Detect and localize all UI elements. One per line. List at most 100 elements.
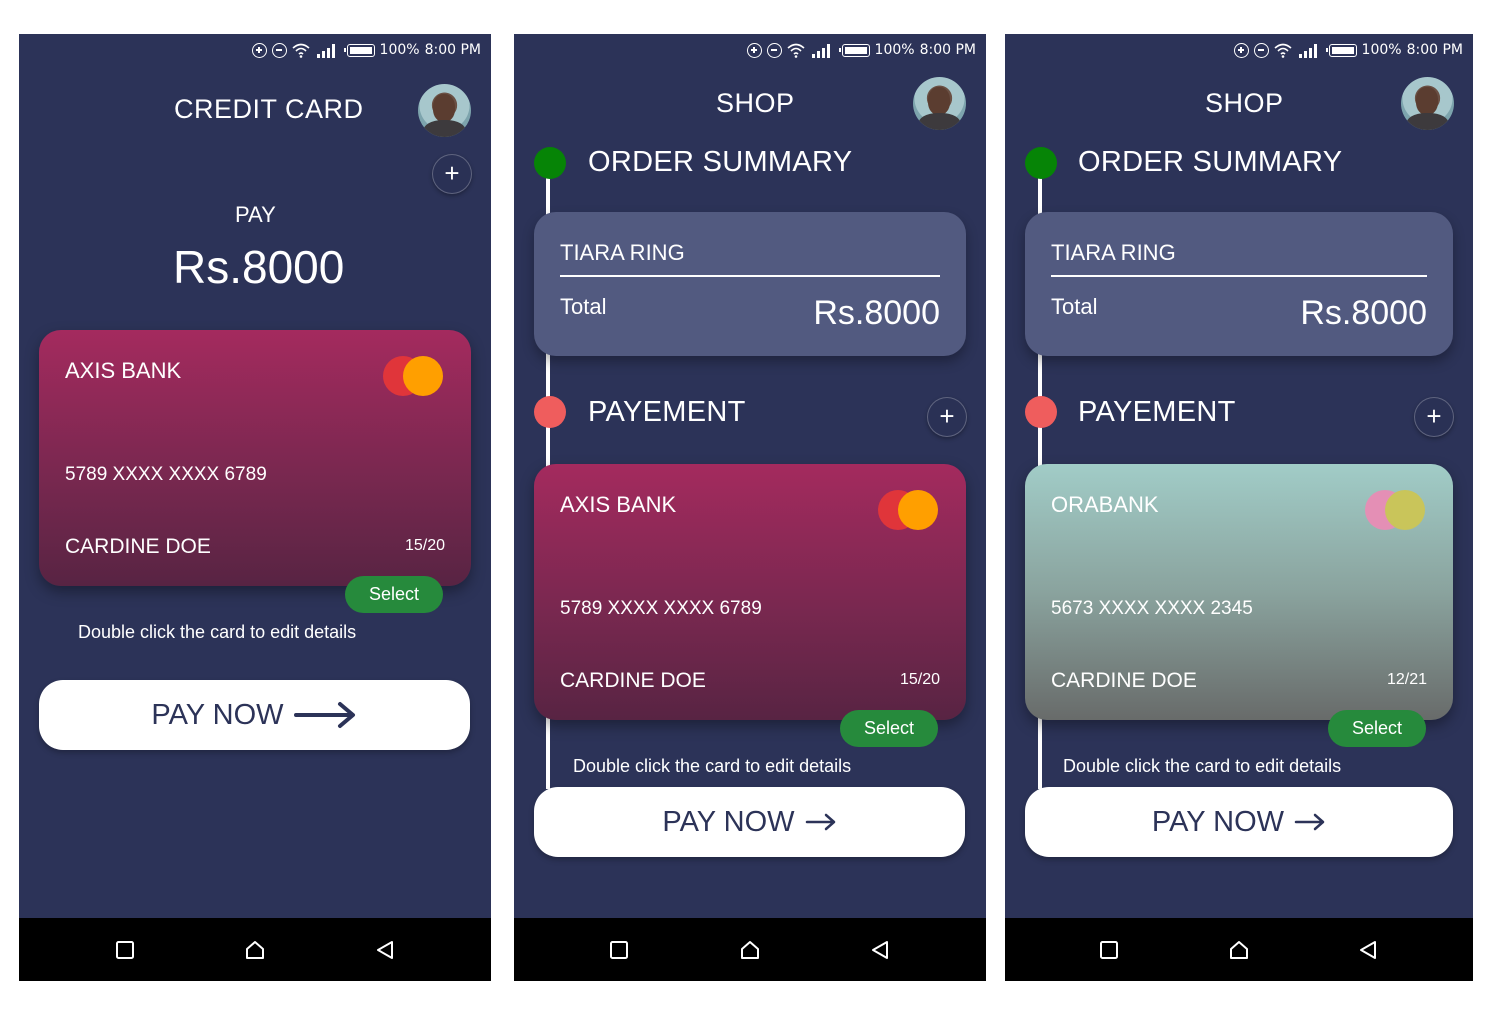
wifi-icon xyxy=(1274,43,1292,58)
status-bar: 100% 8:00 PM xyxy=(746,40,976,60)
plus-icon: + xyxy=(444,158,460,188)
arrow-right-icon xyxy=(293,702,355,728)
plus-icon: + xyxy=(939,401,955,431)
clock: 8:00 PM xyxy=(1406,42,1463,58)
pay-now-button[interactable]: PAY NOW xyxy=(1025,787,1453,857)
card-number: 5789 XXXX XXXX 6789 xyxy=(65,464,267,485)
mastercard-icon xyxy=(1365,490,1427,530)
card-expiry: 15/20 xyxy=(899,671,940,688)
order-summary-card: TIARA RING Total Rs.8000 xyxy=(534,212,966,356)
recent-apps-icon[interactable] xyxy=(609,940,629,960)
add-circle-icon xyxy=(746,42,762,58)
item-name: TIARA RING xyxy=(1051,240,1176,265)
avatar[interactable] xyxy=(418,84,471,137)
battery-level: 100% xyxy=(874,42,915,58)
payment-heading: PAYEMENT xyxy=(588,396,746,428)
battery-level: 100% xyxy=(379,42,420,58)
card-number: 5789 XXXX XXXX 6789 xyxy=(560,598,762,619)
card-holder: CARDINE DOE xyxy=(65,535,211,558)
pay-now-label: PAY NOW xyxy=(662,805,795,838)
total-value: Rs.8000 xyxy=(813,294,940,332)
system-nav-bar xyxy=(514,918,986,981)
pay-now-button[interactable]: PAY NOW xyxy=(39,680,470,750)
status-bar: 100% 8:00 PM xyxy=(1233,40,1463,60)
card-holder: CARDINE DOE xyxy=(560,669,706,692)
dnd-icon xyxy=(271,42,287,58)
credit-card[interactable]: AXIS BANK 5789 XXXX XXXX 6789 CARDINE DO… xyxy=(39,330,471,586)
shop-screen-orabank: 100% 8:00 PM SHOP ORDER SUMMARY TIARA RI… xyxy=(1005,34,1473,981)
recent-apps-icon[interactable] xyxy=(1099,940,1119,960)
edit-hint: Double click the card to edit details xyxy=(573,756,852,776)
select-button[interactable]: Select xyxy=(345,576,443,613)
add-card-button[interactable]: + xyxy=(432,154,472,194)
card-bank-name: AXIS BANK xyxy=(65,358,182,383)
avatar[interactable] xyxy=(1401,77,1454,130)
select-button[interactable]: Select xyxy=(840,710,938,747)
back-icon[interactable] xyxy=(1358,940,1378,960)
select-button[interactable]: Select xyxy=(1328,710,1426,747)
credit-card[interactable]: AXIS BANK 5789 XXXX XXXX 6789 CARDINE DO… xyxy=(534,464,966,720)
item-name: TIARA RING xyxy=(560,240,685,265)
status-bar: 100% 8:00 PM xyxy=(251,40,481,60)
pay-now-button[interactable]: PAY NOW xyxy=(534,787,965,857)
page-title: SHOP xyxy=(1205,88,1284,118)
recent-apps-icon[interactable] xyxy=(115,940,135,960)
card-expiry: 15/20 xyxy=(404,537,445,554)
total-label: Total xyxy=(1051,294,1098,319)
mastercard-icon xyxy=(383,356,445,396)
clock: 8:00 PM xyxy=(919,42,976,58)
card-number: 5673 XXXX XXXX 2345 xyxy=(1051,598,1253,619)
total-label: Total xyxy=(560,294,607,319)
home-icon[interactable] xyxy=(245,940,265,960)
add-circle-icon xyxy=(1233,42,1249,58)
pay-now-label: PAY NOW xyxy=(1151,805,1285,838)
divider xyxy=(1051,275,1427,277)
add-circle-icon xyxy=(251,42,267,58)
plus-icon: + xyxy=(1426,401,1442,431)
divider xyxy=(560,275,940,277)
home-icon[interactable] xyxy=(740,940,760,960)
clock: 8:00 PM xyxy=(424,42,481,58)
avatar[interactable] xyxy=(913,77,966,130)
card-bank-name: AXIS BANK xyxy=(560,492,677,517)
card-expiry: 12/21 xyxy=(1386,671,1427,688)
order-summary-heading: ORDER SUMMARY xyxy=(1078,146,1343,178)
mastercard-icon xyxy=(878,490,940,530)
back-icon[interactable] xyxy=(375,940,395,960)
battery-level: 100% xyxy=(1361,42,1402,58)
pay-amount: Rs.8000 xyxy=(173,241,345,293)
system-nav-bar xyxy=(1005,918,1473,981)
system-nav-bar xyxy=(19,918,491,981)
payment-heading: PAYEMENT xyxy=(1078,396,1236,428)
shop-screen-axis: 100% 8:00 PM SHOP ORDER SUMMARY TIARA RI… xyxy=(514,34,986,981)
dnd-icon xyxy=(1253,42,1269,58)
step-current-dot xyxy=(534,396,566,428)
credit-card[interactable]: ORABANK 5673 XXXX XXXX 2345 CARDINE DOE … xyxy=(1025,464,1453,720)
signal-icon xyxy=(315,43,339,58)
battery-icon xyxy=(343,43,375,57)
credit-card-screen: 100% 8:00 PM CREDIT CARD + PAY Rs.8000 A… xyxy=(19,34,491,981)
total-value: Rs.8000 xyxy=(1300,294,1427,332)
battery-icon xyxy=(1325,43,1357,57)
edit-hint: Double click the card to edit details xyxy=(78,622,357,642)
order-summary-card: TIARA RING Total Rs.8000 xyxy=(1025,212,1453,356)
card-bank-name: ORABANK xyxy=(1051,492,1159,517)
edit-hint: Double click the card to edit details xyxy=(1063,756,1342,776)
arrow-right-icon xyxy=(805,813,835,831)
add-card-button[interactable]: + xyxy=(1414,397,1454,437)
back-icon[interactable] xyxy=(870,940,890,960)
step-current-dot xyxy=(1025,396,1057,428)
order-summary-heading: ORDER SUMMARY xyxy=(588,146,853,178)
page-title: SHOP xyxy=(716,88,795,118)
home-icon[interactable] xyxy=(1229,940,1249,960)
card-holder: CARDINE DOE xyxy=(1051,669,1197,692)
step-done-dot xyxy=(534,147,566,179)
page-title: CREDIT CARD xyxy=(174,94,364,124)
arrow-right-icon xyxy=(1294,813,1325,831)
battery-icon xyxy=(838,43,870,57)
wifi-icon xyxy=(292,43,310,58)
pay-label: PAY xyxy=(235,202,276,227)
signal-icon xyxy=(1297,43,1321,58)
add-card-button[interactable]: + xyxy=(927,397,967,437)
pay-now-label: PAY NOW xyxy=(151,698,284,731)
